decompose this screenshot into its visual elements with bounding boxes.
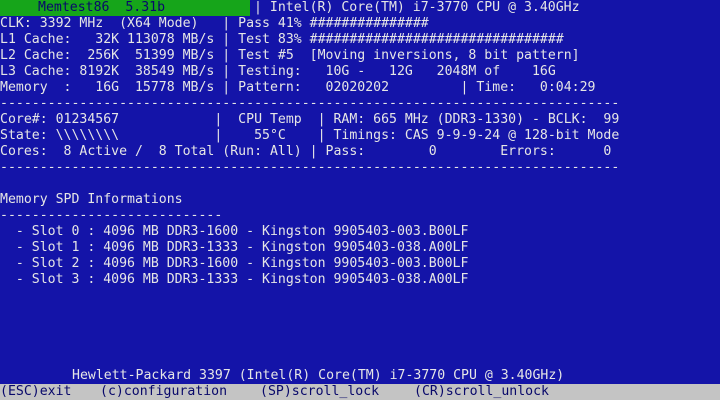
- title-bar: Memtest86 5.31b: [0, 0, 250, 16]
- divider: ----------------------------------------…: [0, 160, 620, 175]
- scroll-unlock-key[interactable]: (CR)scroll_unlock: [414, 384, 549, 399]
- core-line: Core#: 01234567 | CPU Temp | RAM: 665 MH…: [0, 112, 620, 127]
- spd-slot-2: - Slot 2 : 4096 MB DDR3-1600 - Kingston …: [0, 256, 469, 271]
- cores-line: Cores: 8 Active / 8 Total (Run: All) | P…: [0, 144, 612, 159]
- divider: ----------------------------------------…: [0, 96, 620, 111]
- spd-underline: ----------------------------: [0, 208, 223, 223]
- footer-bar: (ESC)exit (c)configuration (SP)scroll_lo…: [0, 384, 720, 400]
- app-title: Memtest86 5.31b: [38, 0, 166, 15]
- state-line: State: \\\\\\\\ | 55°C | Timings: CAS 9-…: [0, 128, 620, 143]
- spd-heading: Memory SPD Informations: [0, 192, 183, 207]
- memory-line: Memory : 16G 15778 MB/s | Pattern: 02020…: [0, 80, 596, 95]
- spd-slot-0: - Slot 0 : 4096 MB DDR3-1600 - Kingston …: [0, 224, 469, 239]
- configuration-key[interactable]: (c)configuration: [100, 384, 227, 399]
- l2-cache-line: L2 Cache: 256K 51399 MB/s | Test #5 [Mov…: [0, 48, 580, 63]
- spd-slot-1: - Slot 1 : 4096 MB DDR3-1333 - Kingston …: [0, 240, 469, 255]
- l1-cache-line: L1 Cache: 32K 113078 MB/s | Test 83% ###…: [0, 32, 564, 47]
- spd-slot-3: - Slot 3 : 4096 MB DDR3-1333 - Kingston …: [0, 272, 469, 287]
- cpu-info-line: | Intel(R) Core(TM) i7-3770 CPU @ 3.40GH…: [254, 0, 580, 15]
- clk-line: CLK: 3392 MHz (X64 Mode) | Pass 41% ####…: [0, 16, 429, 31]
- system-info-line: Hewlett-Packard 3397 (Intel(R) Core(TM) …: [72, 368, 565, 383]
- l3-cache-line: L3 Cache: 8192K 38549 MB/s | Testing: 10…: [0, 64, 556, 79]
- exit-key[interactable]: (ESC)exit: [0, 384, 71, 399]
- scroll-lock-key[interactable]: (SP)scroll_lock: [260, 384, 379, 399]
